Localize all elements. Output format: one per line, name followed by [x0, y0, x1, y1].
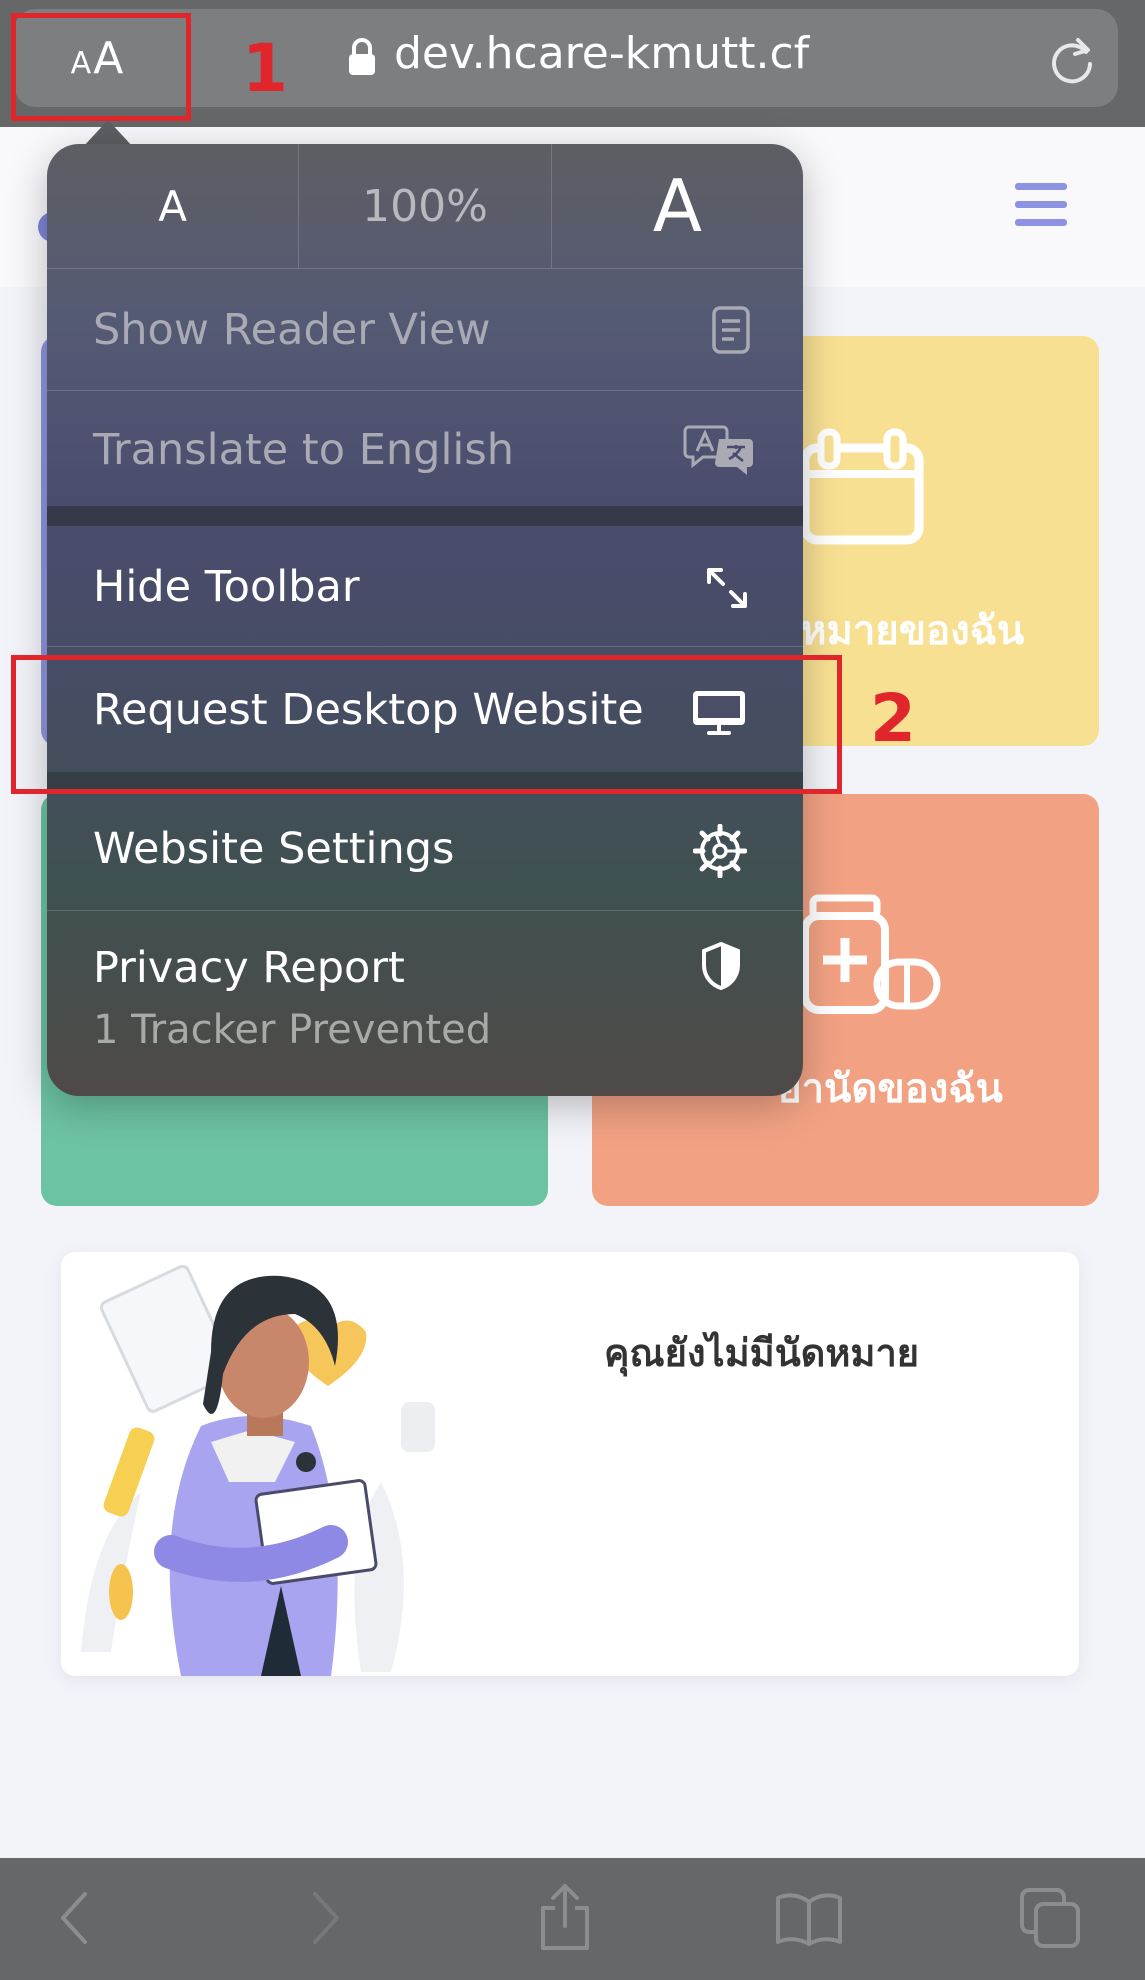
- bookmarks-icon[interactable]: [774, 1890, 844, 1946]
- hamburger-menu-icon[interactable]: [1015, 183, 1067, 227]
- menu-item-translate[interactable]: Translate to English: [47, 390, 803, 507]
- gear-icon: [693, 824, 747, 878]
- annotation-box-1: [11, 13, 191, 121]
- page-settings-popover: A 100% A Show Reader View Translate to E…: [47, 144, 803, 1096]
- reload-icon[interactable]: [1048, 34, 1096, 84]
- decrease-font-button[interactable]: A: [47, 144, 300, 268]
- menu-item-website-settings[interactable]: Website Settings: [47, 790, 803, 910]
- menu-item-privacy-report[interactable]: Privacy Report 1 Tracker Prevented: [47, 910, 803, 1096]
- annotation-box-2: [11, 655, 842, 794]
- forward-icon[interactable]: [305, 1888, 345, 1948]
- menu-item-label: Privacy Report: [93, 943, 405, 993]
- calendar-icon: [800, 428, 924, 545]
- increase-font-button[interactable]: A: [552, 144, 803, 268]
- annotation-label-1: 1: [242, 30, 288, 107]
- privacy-report-sublabel: 1 Tracker Prevented: [93, 1007, 492, 1053]
- annotation-label-2: 2: [870, 680, 916, 757]
- lock-icon: [349, 38, 375, 75]
- menu-item-label: Website Settings: [93, 824, 455, 874]
- doctor-illustration: [81, 1264, 435, 1676]
- menu-item-show-reader-view[interactable]: Show Reader View: [47, 268, 803, 391]
- tabs-icon[interactable]: [1018, 1886, 1082, 1950]
- medicine-icon: [801, 894, 941, 1014]
- translate-icon: [683, 425, 753, 475]
- shield-icon: [702, 941, 740, 991]
- no-appointment-text: คุณยังไม่มีนัดหมาย: [604, 1331, 920, 1375]
- menu-item-label: Show Reader View: [93, 305, 491, 355]
- font-size-row: A 100% A: [47, 144, 803, 268]
- zoom-level[interactable]: 100%: [299, 144, 552, 268]
- menu-item-label: Translate to English: [93, 425, 515, 475]
- menu-separator: [47, 506, 803, 526]
- expand-arrows-icon: [707, 568, 747, 608]
- reader-icon: [712, 306, 750, 354]
- back-icon[interactable]: [55, 1888, 95, 1948]
- share-icon[interactable]: [537, 1882, 593, 1952]
- url-text[interactable]: dev.hcare-kmutt.cf: [394, 28, 809, 79]
- menu-item-hide-toolbar[interactable]: Hide Toolbar: [47, 526, 803, 646]
- menu-item-label: Hide Toolbar: [93, 562, 360, 612]
